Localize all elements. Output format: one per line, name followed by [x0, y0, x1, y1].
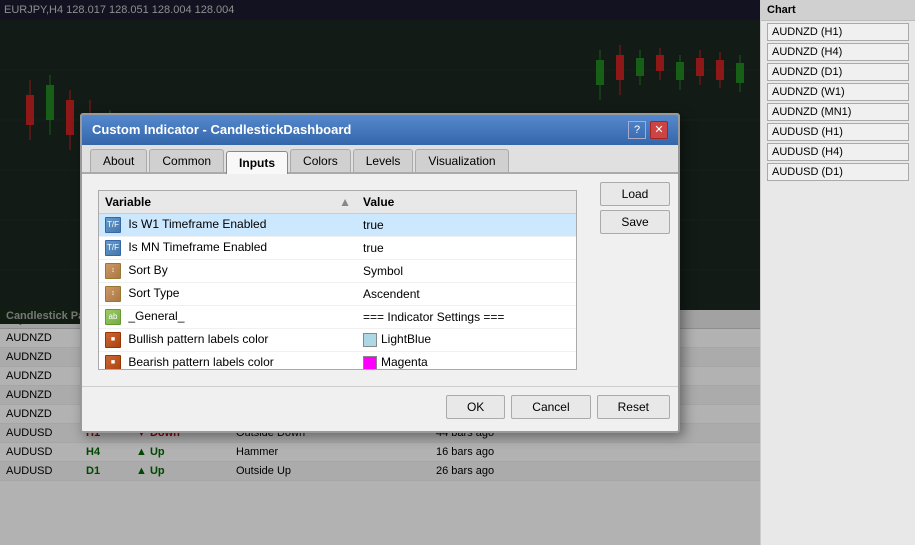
tab-inputs[interactable]: Inputs [226, 151, 288, 174]
inputs-table-row[interactable]: ↕ Sort Type Ascendent [99, 282, 576, 305]
color-value: LightBlue [381, 332, 431, 346]
modal-dialog: Custom Indicator - CandlestickDashboard … [80, 113, 680, 433]
bool-icon: T/F [105, 240, 121, 256]
variable-name: Is MN Timeframe Enabled [128, 240, 267, 254]
variable-name: Sort By [128, 263, 167, 277]
value-cell: === Indicator Settings === [357, 305, 576, 328]
inputs-table-header: Variable ▲ Value [99, 191, 576, 214]
variable-name: Sort Type [128, 286, 179, 300]
cancel-button[interactable]: Cancel [511, 395, 590, 419]
tab-levels[interactable]: Levels [353, 149, 414, 172]
chart-pair-button[interactable]: AUDNZD (W1) [767, 83, 909, 101]
tab-about[interactable]: About [90, 149, 147, 172]
chart-pair-button[interactable]: AUDUSD (H1) [767, 123, 909, 141]
color-icon: ■ [105, 355, 121, 370]
variable-cell: ■ Bearish pattern labels color [99, 351, 357, 370]
input-value: Symbol [363, 264, 403, 278]
inputs-table-row[interactable]: T/F Is MN Timeframe Enabled true [99, 236, 576, 259]
close-button[interactable]: ✕ [650, 121, 668, 139]
tab-common[interactable]: Common [149, 149, 224, 172]
input-value: === Indicator Settings === [363, 310, 504, 324]
tab-colors[interactable]: Colors [290, 149, 351, 172]
ok-button[interactable]: OK [446, 395, 505, 419]
tab-visualization[interactable]: Visualization [415, 149, 508, 172]
right-panel-buttons: AUDNZD (H1) AUDNZD (H4) AUDNZD (D1) AUDNZD … [761, 23, 915, 181]
modal-overlay: Custom Indicator - CandlestickDashboard … [0, 0, 760, 545]
modal-content: Variable ▲ Value T/F Is W1 Timeframe Ena… [82, 174, 678, 386]
chart-pair-button[interactable]: AUDUSD (D1) [767, 163, 909, 181]
variable-name: Is W1 Timeframe Enabled [128, 217, 266, 231]
inputs-table-row[interactable]: ab _General_ === Indicator Settings === [99, 305, 576, 328]
chart-pair-button[interactable]: AUDNZD (H4) [767, 43, 909, 61]
tab-bar: About Common Inputs Colors Levels Visual… [82, 145, 678, 174]
inputs-table: Variable ▲ Value T/F Is W1 Timeframe Ena… [99, 191, 576, 370]
col-value: Value [357, 191, 576, 214]
value-cell: LightBlue [357, 328, 576, 351]
inputs-table-body: T/F Is W1 Timeframe Enabled true T/F Is … [99, 213, 576, 370]
variable-cell: ↕ Sort Type [99, 282, 357, 305]
sort-icon: ↕ [105, 263, 121, 279]
value-cell: Ascendent [357, 282, 576, 305]
variable-cell: ↕ Sort By [99, 259, 357, 282]
color-swatch [363, 333, 377, 347]
help-button[interactable]: ? [628, 121, 646, 139]
value-cell: true [357, 213, 576, 236]
input-value: true [363, 241, 384, 255]
text-icon: ab [105, 309, 121, 325]
variable-name: _General_ [128, 309, 184, 323]
value-cell: Magenta [357, 351, 576, 370]
variable-cell: ab _General_ [99, 305, 357, 328]
chart-pair-button[interactable]: AUDNZD (H1) [767, 23, 909, 41]
value-cell: Symbol [357, 259, 576, 282]
variable-name: Bearish pattern labels color [128, 355, 273, 369]
variable-name: Bullish pattern labels color [128, 332, 268, 346]
chart-pair-button[interactable]: AUDNZD (MN1) [767, 103, 909, 121]
load-button[interactable]: Load [600, 182, 670, 206]
modal-title: Custom Indicator - CandlestickDashboard [92, 122, 351, 137]
save-button[interactable]: Save [600, 210, 670, 234]
variable-cell: ■ Bullish pattern labels color [99, 328, 357, 351]
chart-pair-button[interactable]: AUDUSD (H4) [767, 143, 909, 161]
sort-icon: ↕ [105, 286, 121, 302]
modal-titlebar: Custom Indicator - CandlestickDashboard … [82, 115, 678, 145]
right-panel-title: Chart [761, 0, 915, 21]
reset-button[interactable]: Reset [597, 395, 670, 419]
col-variable: Variable ▲ [99, 191, 357, 214]
color-swatch [363, 356, 377, 370]
variable-cell: T/F Is W1 Timeframe Enabled [99, 213, 357, 236]
side-buttons: Load Save [600, 182, 670, 234]
input-value: Ascendent [363, 287, 420, 301]
modal-footer: OK Cancel Reset [82, 386, 678, 427]
titlebar-controls: ? ✕ [628, 121, 668, 139]
color-icon: ■ [105, 332, 121, 348]
modal-table-container[interactable]: Variable ▲ Value T/F Is W1 Timeframe Ena… [98, 190, 577, 370]
modal-table-wrapper: Variable ▲ Value T/F Is W1 Timeframe Ena… [90, 190, 585, 370]
inputs-table-row[interactable]: ■ Bullish pattern labels color LightBlue [99, 328, 576, 351]
inputs-table-row[interactable]: ■ Bearish pattern labels color Magenta [99, 351, 576, 370]
right-panel: Chart AUDNZD (H1)AUDNZD (H4)AUDNZD (D1)A… [760, 0, 915, 545]
bool-icon: T/F [105, 217, 121, 233]
variable-cell: T/F Is MN Timeframe Enabled [99, 236, 357, 259]
value-cell: true [357, 236, 576, 259]
input-value: true [363, 218, 384, 232]
chart-pair-button[interactable]: AUDNZD (D1) [767, 63, 909, 81]
inputs-table-row[interactable]: T/F Is W1 Timeframe Enabled true [99, 213, 576, 236]
color-value: Magenta [381, 355, 428, 369]
inputs-table-row[interactable]: ↕ Sort By Symbol [99, 259, 576, 282]
